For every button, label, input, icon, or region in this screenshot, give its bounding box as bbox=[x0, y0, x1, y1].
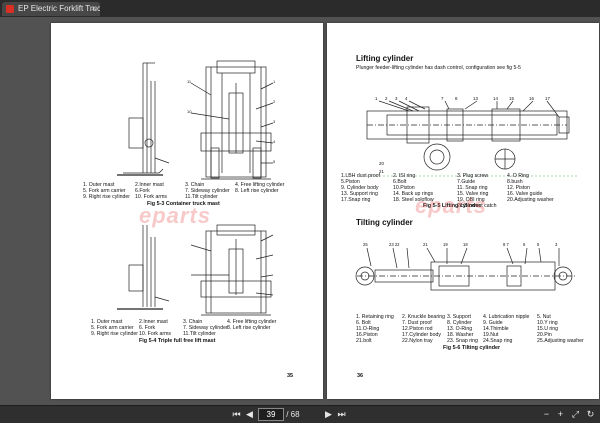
svg-text:1: 1 bbox=[375, 96, 378, 101]
fig2-caption-10: 10. Fork arms bbox=[139, 331, 171, 337]
page-indicator: 39 / 68 bbox=[258, 408, 300, 422]
svg-text:23 22: 23 22 bbox=[389, 242, 400, 247]
svg-text:18: 18 bbox=[463, 242, 468, 247]
svg-text:21: 21 bbox=[423, 242, 428, 247]
tab-title: EP Electric Forklift Truc... bbox=[18, 4, 100, 13]
svg-text:3: 3 bbox=[273, 119, 276, 124]
lift-caption-17: 17.Snap ring bbox=[341, 197, 371, 203]
svg-text:10: 10 bbox=[187, 109, 192, 114]
svg-text:1: 1 bbox=[273, 79, 276, 84]
fig2-caption-9: 9. Right rise cylinder bbox=[91, 331, 138, 337]
fit-icon[interactable]: ⤢ bbox=[569, 408, 582, 421]
page-left: 123 4 5 11 10 1. Outer mast 2.Inner mast 3.… bbox=[51, 23, 323, 399]
svg-text:5: 5 bbox=[537, 242, 540, 247]
fig1-caption-10: 10. Fork arms bbox=[135, 194, 167, 200]
svg-text:16: 16 bbox=[529, 96, 534, 101]
lifting-cylinder-title: Lifting cylinder bbox=[356, 54, 414, 63]
fig1-caption-9: 9. Right rise cylinder bbox=[83, 194, 130, 200]
svg-text:2: 2 bbox=[273, 99, 276, 104]
svg-text:19: 19 bbox=[443, 242, 448, 247]
tilting-fig-title: Fig 5-6 Tilting cylinder bbox=[443, 345, 501, 351]
tilting-cylinder-drawing: 25 23 22 21 19 18 8 7 6 5 3 bbox=[355, 242, 577, 291]
lift-caption-20: 20.Adjusting washer bbox=[507, 197, 554, 203]
fig2-title: Fig 5-4 Triple full free lift mast bbox=[139, 338, 216, 344]
svg-text:3: 3 bbox=[555, 242, 558, 247]
tilt-caption-25: 25.Adjusting washer bbox=[537, 338, 584, 344]
svg-text:2: 2 bbox=[385, 96, 388, 101]
zoom-in-icon[interactable]: + bbox=[554, 408, 567, 421]
first-page-icon[interactable]: ⏮ bbox=[230, 408, 243, 421]
svg-text:20: 20 bbox=[379, 161, 384, 166]
rotate-icon[interactable]: ↻ bbox=[584, 408, 597, 421]
tilt-caption-22: 22.Nylon tray bbox=[402, 338, 433, 344]
fig1-caption-11: 11.Tilt cylinder bbox=[185, 194, 218, 200]
svg-text:17: 17 bbox=[545, 96, 550, 101]
svg-text:3: 3 bbox=[395, 96, 398, 101]
page-number-input[interactable]: 39 bbox=[258, 408, 284, 422]
svg-text:8: 8 bbox=[455, 96, 458, 101]
svg-text:8 7: 8 7 bbox=[503, 242, 509, 247]
svg-text:4: 4 bbox=[273, 139, 276, 144]
fig2-caption-11: 11.Tilt cylinder bbox=[183, 331, 216, 337]
fig1-caption-8: 8. Left rise cylinder bbox=[235, 188, 279, 194]
tab-bar: EP Electric Forklift Truc... × bbox=[0, 0, 600, 18]
triple-mast-drawing bbox=[117, 224, 274, 316]
lifting-cylinder-drawing: 1234 7 8 13 14 15 16 17 2021 bbox=[366, 96, 577, 177]
svg-text:4: 4 bbox=[405, 96, 408, 101]
svg-text:6: 6 bbox=[523, 242, 526, 247]
svg-text:13: 13 bbox=[473, 96, 478, 101]
last-page-icon[interactable]: ⏭ bbox=[335, 408, 348, 421]
svg-text:15: 15 bbox=[509, 96, 514, 101]
total-pages: / 68 bbox=[286, 410, 300, 419]
svg-text:7: 7 bbox=[441, 96, 444, 101]
svg-text:14: 14 bbox=[493, 96, 498, 101]
watermark: eparts bbox=[415, 193, 488, 218]
next-page-icon[interactable]: ▶ bbox=[322, 408, 335, 421]
tilt-caption-21: 21.bolt bbox=[356, 338, 372, 344]
close-icon[interactable]: × bbox=[91, 2, 96, 16]
svg-text:25: 25 bbox=[363, 242, 368, 247]
document-tab[interactable]: EP Electric Forklift Truc... × bbox=[2, 2, 100, 16]
bottom-toolbar: ⏮ ◀ 39 / 68 ▶ ⏭ − + ⤢ ↻ bbox=[0, 405, 600, 423]
tilt-caption-23: 23. Snap ring bbox=[447, 338, 478, 344]
container-mast-drawing: 123 451110 bbox=[117, 60, 276, 180]
pdf-icon bbox=[6, 5, 14, 13]
page-right: Lifting cylinder Plunger feeder-lifting … bbox=[327, 23, 599, 399]
pdf-viewer[interactable]: 123 4 5 11 10 1. Outer mast 2.Inner mast 3.… bbox=[0, 17, 600, 405]
fig2-caption-8: 8. Left rise cylinder bbox=[227, 325, 271, 331]
page-number-right: 36 bbox=[357, 373, 364, 379]
page-number-left: 35 bbox=[287, 373, 294, 379]
zoom-out-icon[interactable]: − bbox=[540, 408, 553, 421]
tilt-caption-24: 24.Snap ring bbox=[483, 338, 513, 344]
prev-page-icon[interactable]: ◀ bbox=[243, 408, 256, 421]
tilting-cylinder-title: Tilting cylinder bbox=[356, 218, 413, 227]
svg-text:5: 5 bbox=[273, 159, 276, 164]
